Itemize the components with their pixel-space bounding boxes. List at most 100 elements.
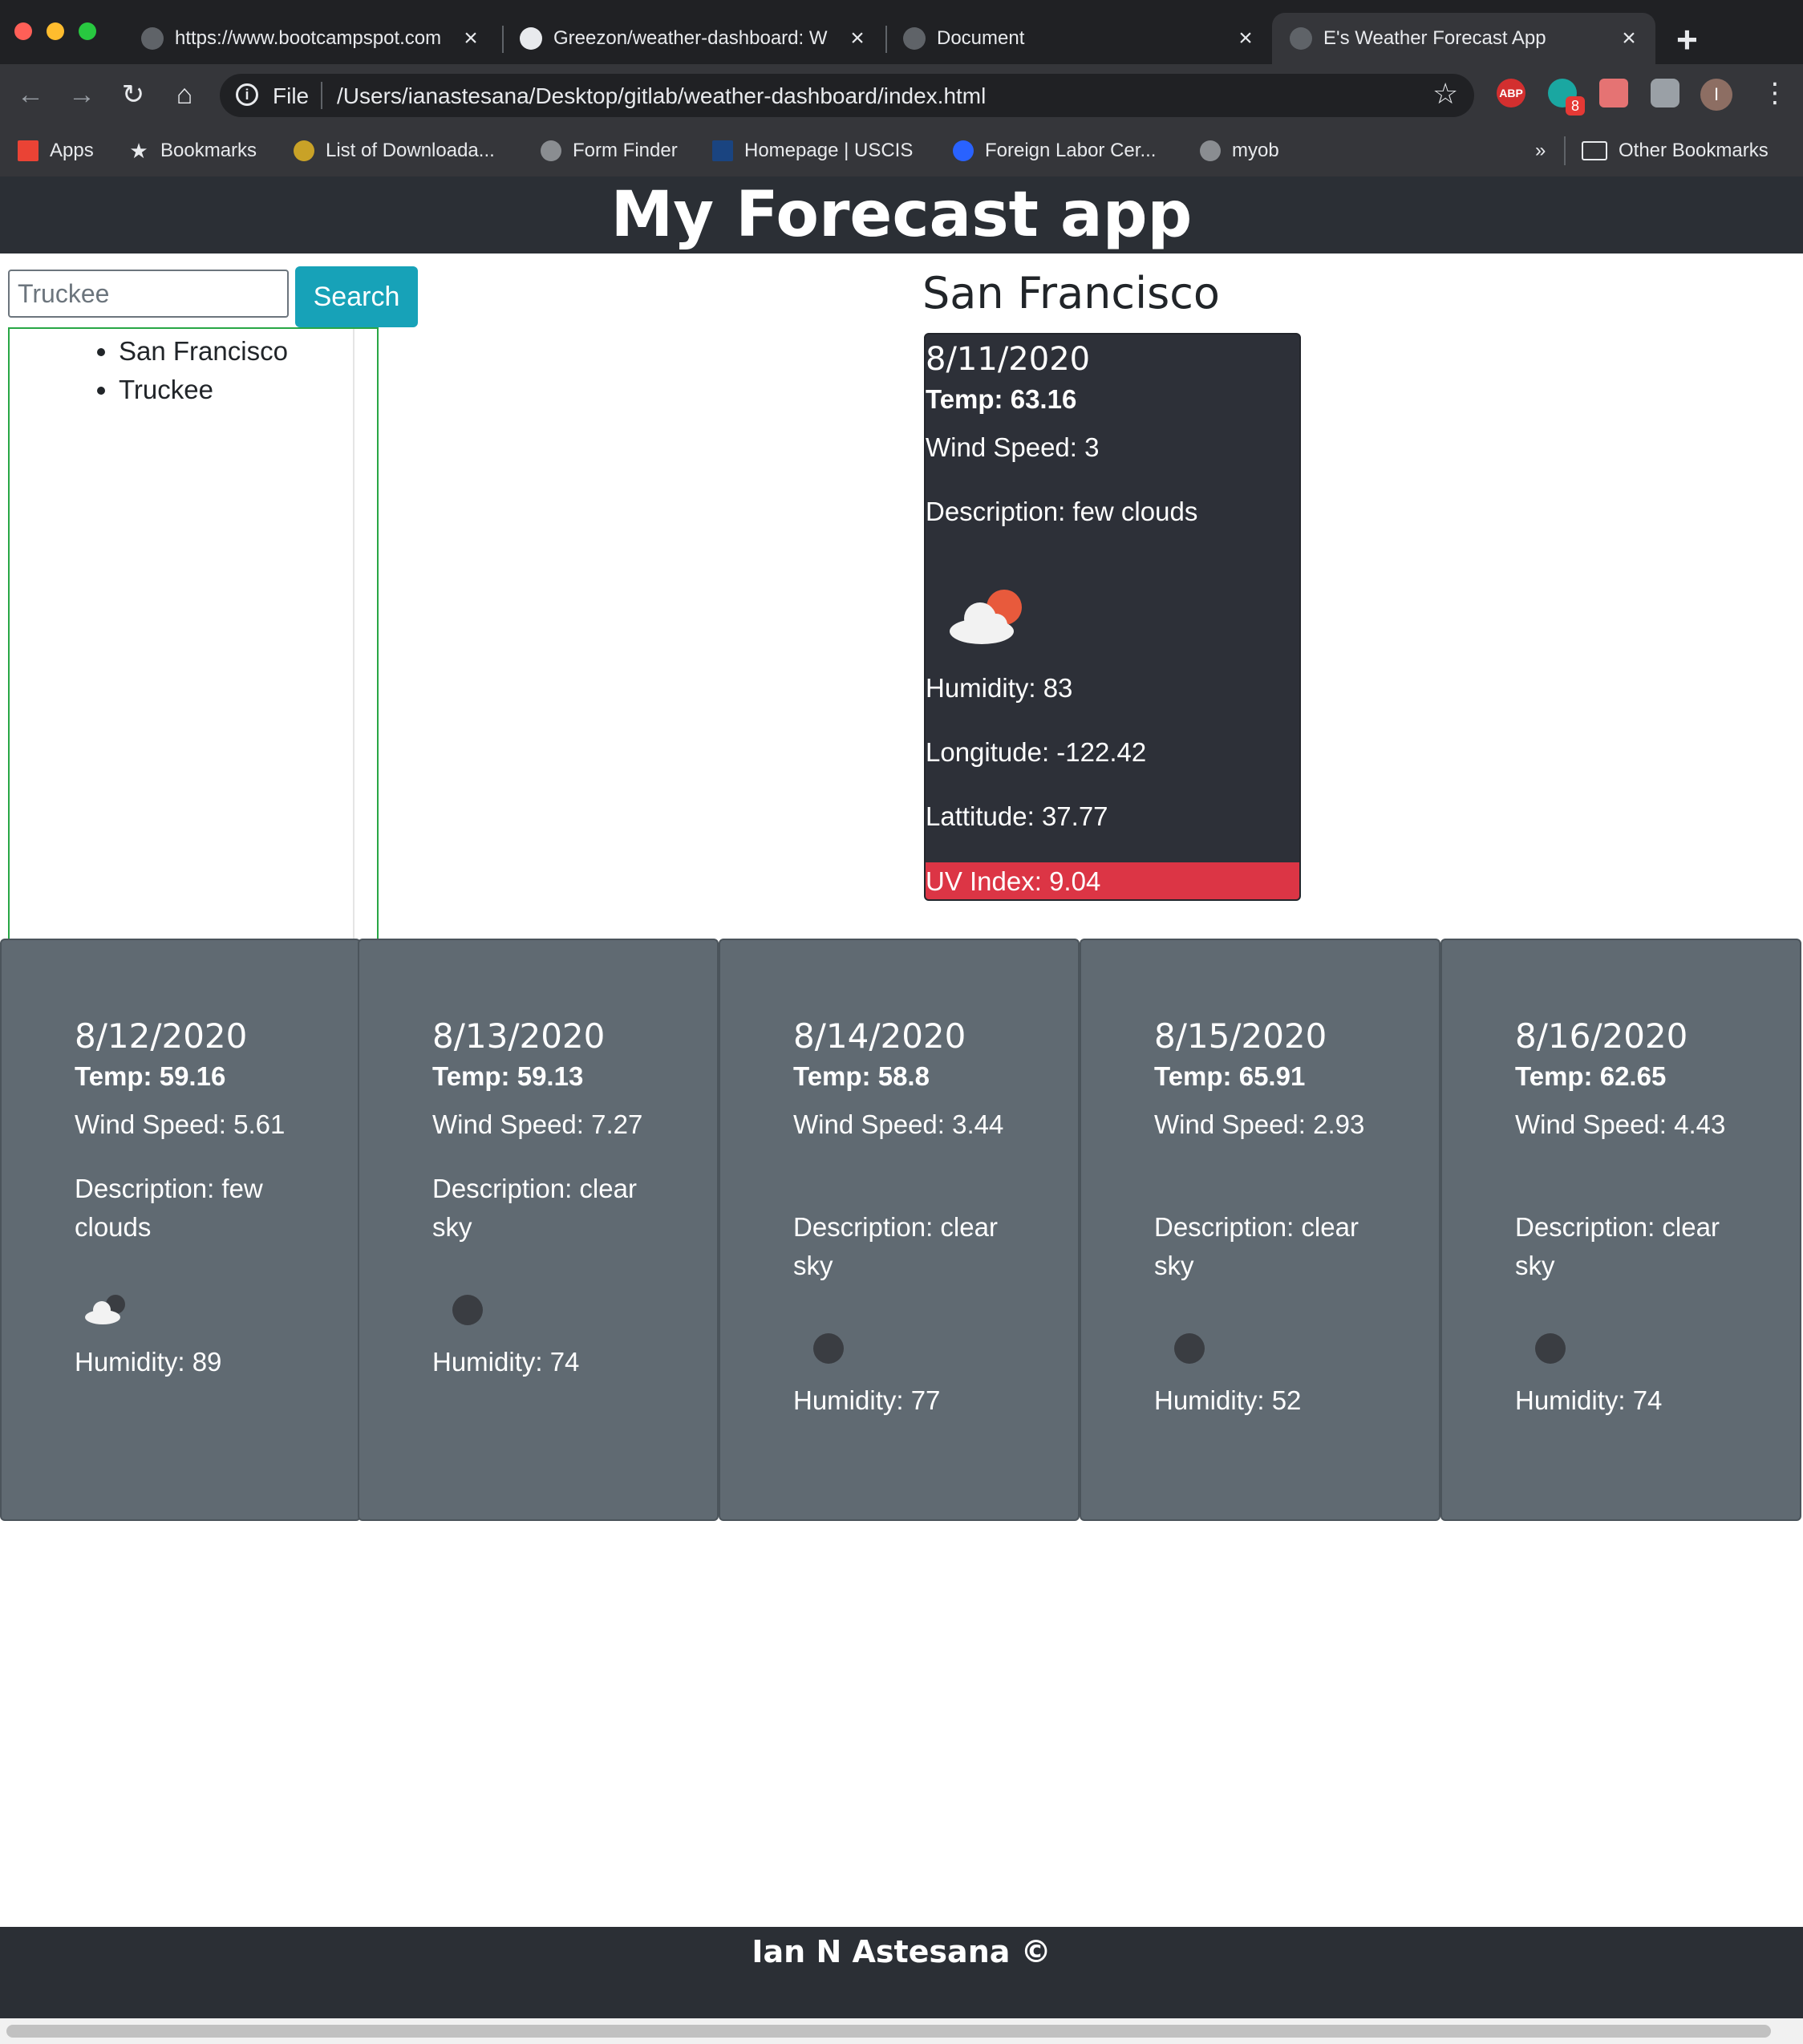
address-url[interactable]: /Users/ianastesana/Desktop/gitlab/weathe…: [337, 83, 986, 109]
tab-divider: [885, 26, 887, 53]
search-history-list: San Francisco Truckee: [10, 329, 377, 409]
bookmark-bookmarks[interactable]: ★ Bookmarks: [128, 135, 257, 167]
globe-icon: [903, 27, 926, 50]
site-header: My Forecast app: [0, 176, 1803, 253]
forecast-date: 8/12/2020: [75, 1016, 248, 1056]
forecast-temp: Temp: 62.65: [1515, 1061, 1667, 1091]
forecast-humidity: Humidity: 77: [793, 1385, 941, 1415]
puzzle-extensions-icon[interactable]: [1651, 79, 1679, 107]
close-icon[interactable]: ×: [459, 25, 483, 52]
history-item[interactable]: Truckee: [119, 371, 377, 409]
globe-icon: [1290, 27, 1312, 50]
bookmark-form-finder[interactable]: Form Finder: [541, 135, 678, 167]
bookmark-label: Form Finder: [573, 140, 678, 161]
forecast-card: 8/16/2020 Temp: 62.65 Wind Speed: 4.43 D…: [1440, 939, 1801, 1521]
reload-icon[interactable]: ↻: [115, 77, 151, 112]
browser-tab-weather-active[interactable]: E's Weather Forecast App ×: [1272, 13, 1655, 64]
few-clouds-icon: [82, 1293, 130, 1325]
uscis-icon: [712, 140, 733, 161]
footer-credit: Ian N Astesana ©: [752, 1934, 1051, 1969]
forecast-description: Description: few clouds: [75, 1174, 263, 1242]
close-icon[interactable]: ×: [1234, 25, 1258, 52]
forecast-card: 8/12/2020 Temp: 59.16 Wind Speed: 5.61 D…: [0, 939, 361, 1521]
clear-sky-icon: [1174, 1333, 1205, 1364]
tab-title: https://www.bootcampspot.com: [175, 27, 442, 49]
profile-avatar[interactable]: I: [1700, 79, 1732, 111]
current-description: Description: few clouds: [926, 497, 1198, 526]
forecast-description: Description: clear sky: [1154, 1212, 1359, 1280]
city-search-input[interactable]: [8, 270, 289, 318]
globe-icon: [1200, 140, 1221, 161]
history-item[interactable]: San Francisco: [119, 332, 377, 371]
forecast-wind: Wind Speed: 7.27: [432, 1109, 643, 1139]
history-divider: [353, 329, 355, 939]
forecast-wind: Wind Speed: 5.61: [75, 1109, 286, 1139]
star-icon: ★: [129, 139, 148, 163]
bookmark-list-of-downloads[interactable]: List of Downloada...: [294, 135, 495, 167]
search-history-panel: San Francisco Truckee: [8, 327, 379, 939]
scrollbar-thumb[interactable]: [6, 2025, 1771, 2038]
forecast-wind: Wind Speed: 3.44: [793, 1109, 1004, 1139]
search-button[interactable]: Search: [295, 266, 418, 327]
forecast-card: 8/15/2020 Temp: 65.91 Wind Speed: 2.93 D…: [1080, 939, 1440, 1521]
close-icon[interactable]: ×: [1617, 25, 1641, 52]
forecast-card: 8/13/2020 Temp: 59.13 Wind Speed: 7.27 D…: [358, 939, 719, 1521]
forecast-humidity: Humidity: 52: [1154, 1385, 1302, 1415]
site-footer: Ian N Astesana ©: [0, 1927, 1803, 2018]
other-bookmarks-folder[interactable]: Other Bookmarks: [1582, 135, 1769, 167]
star-icon[interactable]: ☆: [1432, 77, 1458, 111]
video-extension-icon[interactable]: [1599, 79, 1628, 107]
current-humidity: Humidity: 83: [926, 673, 1073, 703]
address-divider: [321, 82, 322, 109]
bookmark-uscis[interactable]: Homepage | USCIS: [712, 135, 913, 167]
forecast-date: 8/15/2020: [1154, 1016, 1327, 1056]
bookmark-label: Foreign Labor Cer...: [985, 140, 1157, 161]
forecast-humidity: Humidity: 74: [432, 1347, 580, 1377]
current-date: 8/11/2020: [926, 341, 1091, 378]
page-title: My Forecast app: [610, 179, 1193, 251]
forecast-humidity: Humidity: 74: [1515, 1385, 1663, 1415]
info-icon[interactable]: i: [236, 83, 258, 106]
globe-icon: [541, 140, 561, 161]
browser-tab-github[interactable]: Greezon/weather-dashboard: W ×: [507, 13, 884, 64]
new-tab-button[interactable]: +: [1676, 18, 1698, 61]
forecast-date: 8/13/2020: [432, 1016, 606, 1056]
github-icon: [520, 27, 542, 50]
home-icon[interactable]: ⌂: [167, 77, 202, 112]
forecast-card: 8/14/2020 Temp: 58.8 Wind Speed: 3.44 De…: [719, 939, 1080, 1521]
close-window-button[interactable]: [14, 22, 32, 40]
tab-title: Greezon/weather-dashboard: W: [553, 27, 828, 49]
menu-kebab-icon[interactable]: ⋮: [1761, 77, 1789, 109]
forward-arrow-icon[interactable]: →: [64, 77, 99, 112]
current-wind: Wind Speed: 3: [926, 432, 1100, 462]
clear-sky-icon: [813, 1333, 844, 1364]
browser-tab-document[interactable]: Document ×: [890, 13, 1272, 64]
bookmark-myob[interactable]: myob: [1200, 135, 1279, 167]
bookmark-label: Apps: [50, 140, 94, 161]
maximize-window-button[interactable]: [79, 22, 96, 40]
forecast-temp: Temp: 59.16: [75, 1061, 226, 1091]
few-clouds-icon: [946, 590, 1027, 646]
forecast-description: Description: clear sky: [432, 1174, 637, 1242]
bookmark-apps[interactable]: Apps: [18, 135, 94, 167]
back-arrow-icon[interactable]: ←: [13, 77, 48, 112]
bookmarks-divider: [1564, 136, 1566, 165]
uv-index-badge: UV Index: 9.04: [926, 862, 1299, 899]
close-icon[interactable]: ×: [845, 25, 869, 52]
bookmark-label: Homepage | USCIS: [744, 140, 914, 161]
minimize-window-button[interactable]: [47, 22, 64, 40]
extension-badge: 8: [1566, 96, 1585, 116]
site-icon: [294, 140, 314, 161]
more-bookmarks-button[interactable]: »: [1535, 135, 1546, 167]
horizontal-scrollbar[interactable]: [0, 2018, 1803, 2044]
browser-tab-bootcampspot[interactable]: https://www.bootcampspot.com ×: [128, 13, 497, 64]
forecast-description: Description: clear sky: [1515, 1212, 1720, 1280]
tab-divider: [502, 26, 504, 53]
bookmark-foreign-labor[interactable]: Foreign Labor Cer...: [953, 135, 1156, 167]
forecast-temp: Temp: 59.13: [432, 1061, 584, 1091]
globe-icon: [141, 27, 164, 50]
forecast-temp: Temp: 65.91: [1154, 1061, 1306, 1091]
current-temp: Temp: 63.16: [926, 384, 1077, 414]
adblock-extension-icon[interactable]: ABP: [1497, 79, 1525, 107]
clear-sky-icon: [452, 1295, 483, 1325]
